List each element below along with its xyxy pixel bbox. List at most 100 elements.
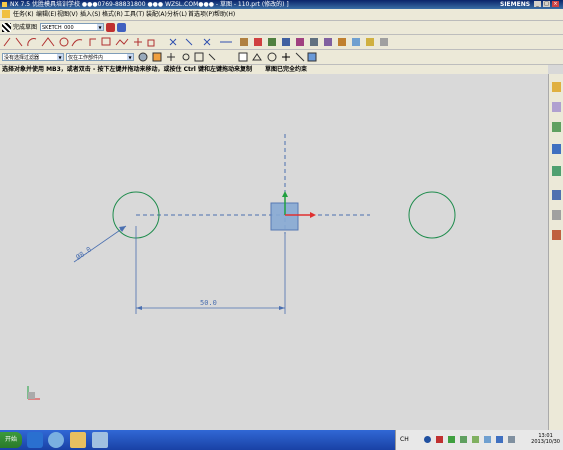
selection-toolbar: 没有选择过滤器 ▼ 仅在工作部件内 ▼ [0, 50, 563, 65]
constraint-navigator-icon[interactable] [552, 102, 561, 112]
app-taskbar-icon[interactable] [48, 432, 64, 448]
web-browser-icon[interactable] [552, 166, 561, 176]
menu-task[interactable]: 任务(K) [13, 10, 34, 19]
selection-filter-value: 没有选择过滤器 [4, 55, 40, 61]
show-constraints-icon [282, 38, 290, 46]
network-tray-icon[interactable] [448, 436, 455, 443]
infer-settings-icon [324, 38, 332, 46]
view-triad [27, 386, 40, 400]
corner-icon [89, 38, 96, 46]
taskbar: 开始 CH 13:01 2013/10/30 [0, 430, 563, 450]
sketch-name-value: SKETCH_000 [42, 25, 74, 31]
menu-assembly[interactable]: 装配(A) [146, 10, 167, 19]
update-tray-icon[interactable] [460, 436, 467, 443]
reuse-library-icon[interactable] [552, 144, 561, 154]
menu-insert[interactable]: 插入(S) [80, 10, 101, 19]
constraint-status: 草图已完全约束 [265, 66, 308, 73]
menu-help[interactable]: 帮助(H) [214, 10, 235, 19]
polyline-icon [115, 38, 129, 46]
snap-face-icon [307, 52, 317, 62]
clock-date: 2013/10/30 [531, 439, 560, 445]
curve-toolbar [0, 35, 563, 50]
history-icon[interactable] [552, 190, 561, 200]
input-method-indicator[interactable]: CH [400, 436, 409, 443]
sketch-canvas[interactable]: Ø8.0 50.0 [0, 74, 548, 430]
start-button[interactable]: 开始 [0, 432, 22, 448]
chevron-down-icon: ▼ [127, 54, 133, 60]
reattach-icon[interactable] [117, 23, 126, 32]
trim-icon [169, 38, 177, 46]
volume-tray-icon[interactable] [508, 436, 515, 443]
profile-icon [3, 37, 11, 47]
roles-icon[interactable] [552, 230, 561, 240]
circle-icon [59, 37, 69, 47]
app-icon [2, 2, 7, 7]
antivirus-tray-icon[interactable] [436, 436, 443, 443]
maximize-button[interactable]: □ [543, 1, 550, 7]
chevron-down-icon: ▼ [97, 24, 103, 30]
finish-flag-icon[interactable] [2, 23, 11, 32]
arc-icon [27, 38, 37, 47]
point-icon [134, 38, 142, 46]
convert-reference-icon [296, 38, 304, 46]
nx-menu-icon[interactable] [2, 10, 10, 18]
mirror-icon [203, 38, 211, 46]
alt-solution-icon [310, 38, 318, 46]
rectangle-icon [101, 37, 111, 46]
select-all-icon [138, 52, 148, 62]
menu-bar: 任务(K) 编辑(E) 视图(V) 插入(S) 格式(R) 工具(T) 装配(A… [0, 9, 563, 21]
crosshair-icon [167, 53, 175, 61]
constraint-icon [254, 38, 262, 46]
minimize-button[interactable]: _ [534, 1, 541, 7]
clock[interactable]: 13:01 2013/10/30 [531, 433, 560, 445]
resource-bar [548, 74, 563, 430]
update-model-icon [352, 38, 360, 46]
snap-point-icon [282, 53, 290, 61]
menu-preferences[interactable]: 首选项(P) [188, 10, 214, 19]
auto-constrain-icon [268, 38, 276, 46]
linear-dimension[interactable]: 50.0 [200, 299, 217, 307]
flag-tray-icon[interactable] [484, 436, 491, 443]
assembly-navigator-icon[interactable] [552, 82, 561, 92]
start-label: 开始 [4, 436, 17, 443]
selection-filter-select[interactable]: 没有选择过滤器 ▼ [2, 53, 64, 61]
nx-taskbar-icon[interactable] [27, 432, 43, 448]
snap-box-icon [194, 52, 204, 62]
menu-format[interactable]: 格式(R) [102, 10, 123, 19]
extend-icon [185, 38, 193, 46]
scope-select[interactable]: 仅在工作部件内 ▼ [66, 53, 134, 61]
chamfer-icon [71, 39, 83, 47]
status-bar: 选择对象并使用 MB3，或者双击 - 按下左键并拖动来移动，或按住 Ctrl 键… [0, 65, 548, 74]
finish-sketch-button[interactable]: 完成草图 [13, 23, 37, 32]
menu-tools[interactable]: 工具(T) [124, 10, 144, 19]
menu-edit[interactable]: 编辑(E) [36, 10, 56, 19]
siemens-logo: SIEMENS [500, 1, 531, 8]
diameter-dimension[interactable]: Ø8.0 [75, 245, 93, 261]
snap-tool-icons [138, 52, 317, 62]
sketch-name-select[interactable]: SKETCH_000 ▼ [40, 23, 104, 31]
window-taskbar-icon[interactable] [92, 432, 108, 448]
help-tray-icon[interactable] [424, 436, 431, 443]
menu-view[interactable]: 视图(V) [57, 10, 78, 19]
security-tray-icon[interactable] [472, 436, 479, 443]
dim-arrow-right [279, 306, 285, 310]
chevron-down-icon: ▼ [57, 54, 63, 60]
y-axis-head [282, 191, 288, 197]
part-navigator-icon[interactable] [552, 122, 561, 132]
snap-intersect-icon [252, 53, 262, 61]
system-materials-icon[interactable] [552, 210, 561, 220]
title-bar: NX 7.5 优胜模具培训学校 ●●●0769-88831800 ●●● WZS… [0, 0, 563, 9]
system-tray: CH 13:01 2013/10/30 [395, 430, 563, 450]
menu-analysis[interactable]: 分析(L) [167, 10, 187, 19]
close-button[interactable]: × [552, 1, 559, 7]
sketch-toolbar: 完成草图 SKETCH_000 ▼ [0, 21, 563, 35]
orient-view-icon[interactable] [106, 23, 115, 32]
snap-control-icon [238, 52, 248, 62]
folder-taskbar-icon[interactable] [70, 432, 86, 448]
graphics-window[interactable]: Ø8.0 50.0 [0, 74, 548, 430]
battery-tray-icon[interactable] [496, 436, 503, 443]
dim-arrow-left [136, 306, 142, 310]
fillet-icon [41, 37, 55, 47]
snap-end-icon [182, 53, 190, 61]
window-title: NX 7.5 优胜模具培训学校 ●●●0769-88831800 ●●● WZS… [10, 1, 289, 8]
